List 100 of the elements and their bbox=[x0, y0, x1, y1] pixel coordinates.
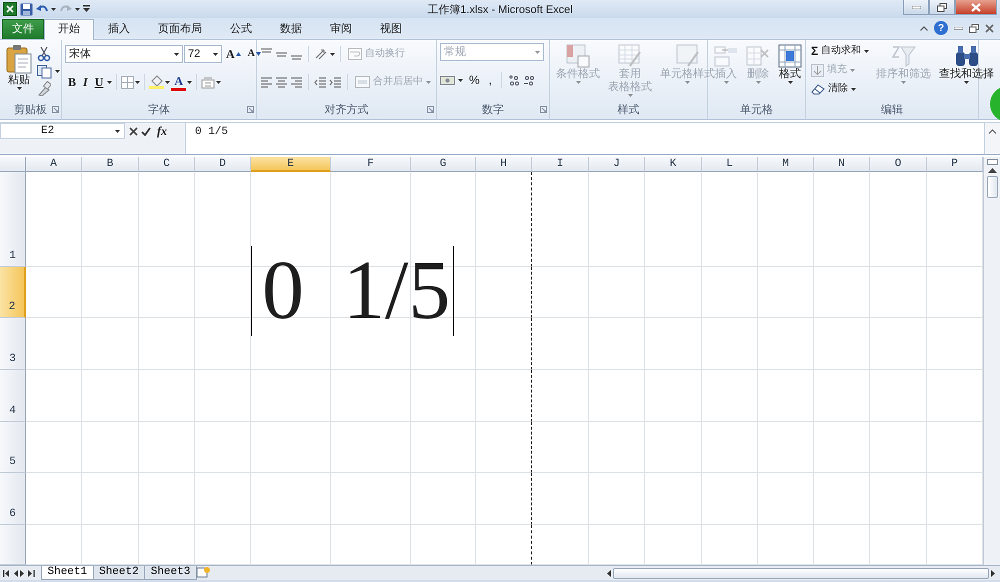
row-header[interactable] bbox=[0, 525, 26, 565]
app-icon[interactable] bbox=[3, 2, 17, 16]
column-header[interactable]: L bbox=[702, 157, 758, 172]
column-header[interactable]: C bbox=[139, 157, 195, 172]
increase-indent-icon[interactable] bbox=[329, 76, 342, 88]
column-header[interactable]: A bbox=[26, 157, 82, 172]
grid-cell[interactable] bbox=[476, 318, 532, 370]
cancel-icon[interactable] bbox=[129, 126, 138, 136]
currency-icon[interactable] bbox=[440, 74, 455, 86]
customize-icon[interactable] bbox=[82, 5, 90, 13]
split-handle-icon[interactable] bbox=[986, 159, 998, 165]
grid-cell[interactable] bbox=[476, 172, 532, 267]
font-name-field[interactable]: 宋体 bbox=[65, 45, 183, 63]
enter-icon[interactable] bbox=[141, 126, 151, 136]
scroll-up-icon[interactable] bbox=[988, 128, 997, 134]
name-box[interactable]: E2 bbox=[0, 123, 125, 139]
dialog-launcher-icon[interactable] bbox=[247, 106, 254, 113]
orientation-icon[interactable] bbox=[314, 48, 328, 60]
scroll-left-icon[interactable] bbox=[606, 570, 611, 576]
minimize-icon[interactable] bbox=[954, 26, 963, 30]
row-header[interactable]: 3 bbox=[0, 318, 26, 370]
editing-button[interactable]: Σ 自动求和 bbox=[809, 43, 872, 59]
column-header[interactable]: O bbox=[870, 157, 927, 172]
column-header[interactable]: P bbox=[927, 157, 983, 172]
sheet-tab[interactable]: Sheet3 bbox=[144, 566, 198, 580]
restore-icon[interactable] bbox=[969, 24, 979, 32]
formula-input[interactable]: 0 1/5 bbox=[185, 123, 984, 154]
ribbon-tab[interactable]: 插入 bbox=[94, 19, 144, 39]
ribbon-tab[interactable]: 公式 bbox=[216, 19, 266, 39]
next-sheet-icon[interactable] bbox=[20, 570, 26, 576]
align-left-icon[interactable] bbox=[260, 76, 273, 88]
scroll-thumb[interactable] bbox=[986, 176, 998, 198]
scroll-thumb[interactable] bbox=[613, 568, 989, 578]
column-header[interactable]: E bbox=[251, 157, 331, 172]
column-header[interactable]: B bbox=[82, 157, 139, 172]
grid-cell[interactable] bbox=[476, 422, 532, 473]
ribbon-tab[interactable]: 页面布局 bbox=[144, 19, 216, 39]
font-color-button[interactable]: A bbox=[171, 74, 186, 90]
shrink-font-button[interactable]: A bbox=[244, 46, 264, 62]
help-button[interactable]: ? bbox=[934, 21, 948, 35]
sheet-tab[interactable]: Sheet2 bbox=[92, 566, 146, 580]
column-header[interactable]: H bbox=[476, 157, 532, 172]
close-icon[interactable] bbox=[985, 24, 994, 32]
format-painter-icon[interactable] bbox=[37, 81, 51, 96]
ribbon-tab[interactable]: 开始 bbox=[44, 19, 94, 40]
percent-button[interactable]: % bbox=[466, 72, 483, 88]
first-sheet-icon[interactable] bbox=[2, 570, 10, 576]
ribbon-tab[interactable]: 数据 bbox=[266, 19, 316, 39]
align-right-icon[interactable] bbox=[290, 76, 303, 88]
grow-font-button[interactable]: A bbox=[223, 46, 244, 62]
grid-cell[interactable] bbox=[476, 473, 532, 525]
previous-sheet-icon[interactable] bbox=[12, 570, 18, 576]
save-icon[interactable] bbox=[20, 2, 33, 16]
font-size-field[interactable]: 72 bbox=[184, 45, 222, 63]
dialog-launcher-icon[interactable] bbox=[427, 106, 434, 113]
column-header[interactable]: N bbox=[814, 157, 870, 172]
grid-cell[interactable] bbox=[476, 370, 532, 422]
ribbon-tab[interactable]: 视图 bbox=[366, 19, 416, 39]
row-header[interactable]: 6 bbox=[0, 473, 26, 525]
column-header[interactable]: F bbox=[331, 157, 411, 172]
dialog-launcher-icon[interactable] bbox=[52, 106, 59, 113]
restore-button[interactable] bbox=[929, 0, 955, 15]
row-header[interactable]: 4 bbox=[0, 370, 26, 422]
select-all-button[interactable] bbox=[0, 157, 26, 172]
comma-style-button[interactable]: , bbox=[486, 72, 496, 88]
collapse-ribbon-icon[interactable] bbox=[920, 26, 928, 30]
grid-cell[interactable] bbox=[476, 267, 532, 318]
decrease-indent-icon[interactable] bbox=[314, 76, 327, 88]
cells-button[interactable]: 格式 bbox=[775, 43, 805, 103]
row-header[interactable]: 1 bbox=[0, 172, 26, 267]
editing-button[interactable]: 清除 bbox=[809, 81, 872, 97]
phonetic-guide-icon[interactable] bbox=[201, 76, 216, 88]
bold-button[interactable]: B bbox=[65, 74, 80, 90]
column-header[interactable]: J bbox=[589, 157, 645, 172]
sheet-tab[interactable]: Sheet1 bbox=[40, 566, 94, 580]
insert-sheet-icon[interactable] bbox=[195, 566, 212, 579]
decrease-decimal-icon[interactable] bbox=[523, 74, 536, 86]
column-header[interactable]: D bbox=[195, 157, 251, 172]
paste-button[interactable]: 粘贴 bbox=[3, 43, 35, 103]
column-header[interactable]: G bbox=[411, 157, 476, 172]
underline-button[interactable]: U bbox=[92, 74, 106, 90]
column-header[interactable]: I bbox=[532, 157, 589, 172]
increase-decimal-icon[interactable] bbox=[508, 74, 520, 86]
align-center-icon[interactable] bbox=[275, 76, 288, 88]
column-header[interactable]: K bbox=[645, 157, 702, 172]
row-header[interactable]: 2 bbox=[0, 267, 26, 318]
last-sheet-icon[interactable] bbox=[28, 570, 35, 576]
file-tab[interactable]: 文件 bbox=[2, 19, 44, 39]
borders-icon[interactable] bbox=[121, 76, 134, 88]
ribbon-tab[interactable]: 审阅 bbox=[316, 19, 366, 39]
row-header[interactable]: 5 bbox=[0, 422, 26, 473]
scroll-right-icon[interactable] bbox=[991, 570, 996, 576]
close-button[interactable] bbox=[955, 0, 997, 15]
insert-function-button[interactable]: fx bbox=[154, 123, 170, 139]
fill-color-icon[interactable] bbox=[149, 75, 164, 89]
copy-icon[interactable] bbox=[37, 64, 52, 78]
italic-button[interactable]: I bbox=[80, 74, 91, 90]
dialog-launcher-icon[interactable] bbox=[540, 106, 547, 113]
scroll-up-icon[interactable] bbox=[988, 168, 996, 173]
column-header[interactable]: M bbox=[758, 157, 814, 172]
